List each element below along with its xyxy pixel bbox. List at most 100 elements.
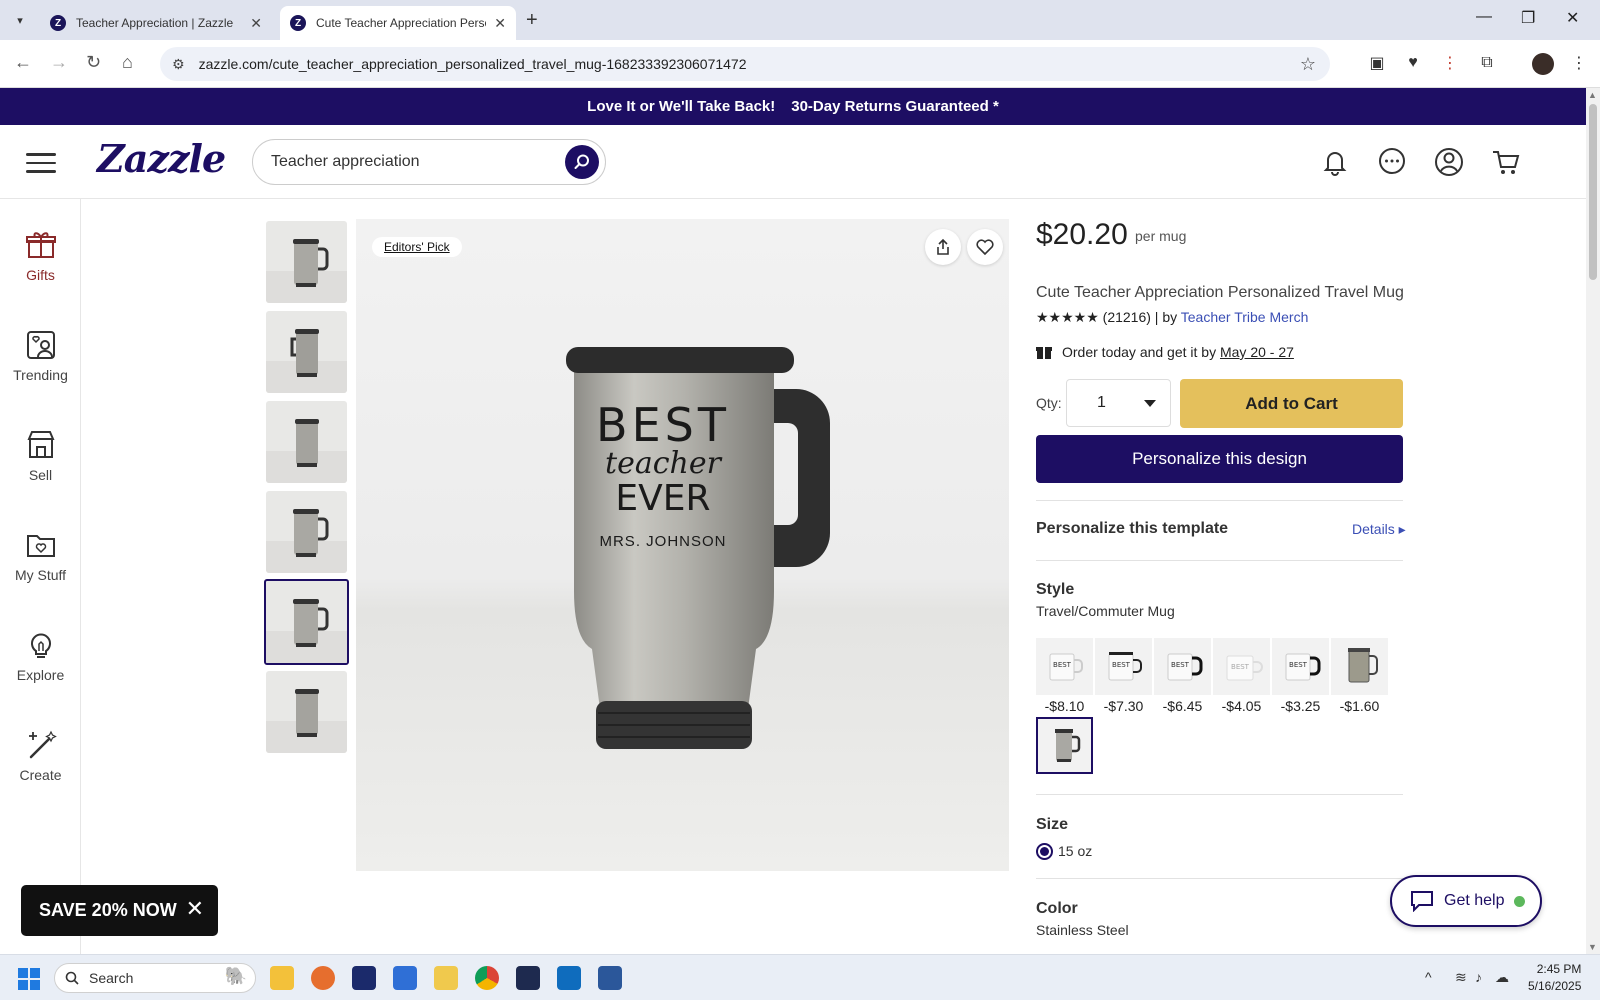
browser-tab-1[interactable]: Z Teacher Appreciation | Zazzle ✕ [40, 6, 272, 40]
product-thumbnail[interactable] [266, 221, 347, 303]
tab-search-dropdown-icon[interactable]: ▾ [8, 8, 32, 32]
svg-text:BEST: BEST [1171, 661, 1190, 669]
file-explorer-icon[interactable] [270, 966, 294, 990]
get-help-button[interactable]: Get help [1390, 875, 1542, 927]
rating-stars-icon[interactable]: ★★★★★ [1036, 309, 1099, 325]
personalize-template-heading[interactable]: Personalize this template [1036, 520, 1228, 538]
volume-icon[interactable]: ♪ [1475, 969, 1482, 985]
new-tab-icon[interactable]: + [526, 9, 538, 32]
mug-thumbnail-image [266, 509, 347, 573]
quantity-select[interactable]: 1 [1066, 379, 1171, 427]
zazzle-logo[interactable]: Zazzle [97, 136, 226, 181]
product-title: Cute Teacher Appreciation Personalized T… [1036, 284, 1404, 301]
product-thumbnail[interactable] [266, 671, 347, 753]
scrollbar-thumb[interactable] [1589, 104, 1597, 280]
product-thumbnail-selected[interactable] [264, 579, 349, 665]
taskbar-clock[interactable]: 2:45 PM 5/16/2025 [1528, 961, 1581, 995]
style-swatch-classic-mug[interactable]: BEST [1036, 638, 1093, 695]
app-icon[interactable] [516, 966, 540, 990]
style-swatch-latte[interactable]: BEST [1213, 638, 1270, 695]
seller-link[interactable]: Teacher Tribe Merch [1181, 309, 1309, 325]
taskbar-search-placeholder: Search [89, 970, 134, 986]
size-radio-15oz[interactable] [1036, 843, 1053, 860]
favorite-button[interactable] [967, 229, 1003, 265]
close-window-icon[interactable]: ✕ [1566, 8, 1579, 28]
online-status-dot [1514, 895, 1526, 907]
style-swatch-travel-mug-selected[interactable] [1036, 717, 1093, 774]
share-button[interactable] [925, 229, 961, 265]
leftnav-item-my-stuff[interactable]: My Stuff [0, 529, 81, 583]
firefox-icon[interactable] [311, 966, 335, 990]
leftnav-item-trending[interactable]: Trending [0, 329, 81, 383]
leftnav-label: Trending [13, 367, 68, 383]
main-product-image[interactable]: Editors' Pick BEST teacher EVER MRS. JOH… [356, 219, 1009, 871]
leftnav-item-sell[interactable]: Sell [0, 429, 81, 483]
browser-menu-icon[interactable]: ⋮ [1569, 53, 1589, 73]
leftnav-item-explore[interactable]: Explore [0, 629, 81, 683]
divider [1036, 794, 1403, 795]
size-option-label[interactable]: 15 oz [1058, 843, 1092, 859]
reload-icon[interactable]: ↻ [86, 52, 101, 73]
scroll-up-icon[interactable]: ▲ [1588, 90, 1597, 100]
media-app-icon[interactable] [434, 966, 458, 990]
search-input[interactable]: Teacher appreciation [252, 139, 606, 185]
taskbar-search[interactable]: Search 🐘 [54, 963, 256, 993]
home-icon[interactable]: ⌂ [122, 52, 133, 73]
chrome-icon[interactable] [475, 966, 499, 990]
outlook-icon[interactable] [557, 966, 581, 990]
close-tab-icon[interactable]: ✕ [494, 15, 506, 32]
url-field[interactable]: ⚙ zazzle.com/cute_teacher_appreciation_p… [160, 47, 1330, 81]
onedrive-icon[interactable]: ☁ [1495, 969, 1509, 986]
security-shield-icon[interactable] [393, 966, 417, 990]
cart-icon[interactable] [1489, 145, 1523, 179]
mug-thumbnail-image [266, 329, 347, 393]
minimize-icon[interactable]: — [1476, 8, 1492, 26]
leftnav-item-create[interactable]: Create [0, 729, 81, 783]
editors-pick-badge[interactable]: Editors' Pick [372, 237, 462, 257]
image-extension-icon[interactable]: ▣ [1367, 53, 1387, 73]
notification-bell-icon[interactable] [1318, 145, 1352, 179]
tray-chevron-icon[interactable]: ^ [1425, 969, 1432, 985]
word-icon[interactable] [598, 966, 622, 990]
teamviewer-icon[interactable] [352, 966, 376, 990]
style-swatch-black-handle[interactable]: BEST [1095, 638, 1152, 695]
restore-icon[interactable]: ❐ [1521, 8, 1535, 28]
windows-start-icon[interactable] [18, 968, 40, 990]
page-scrollbar[interactable]: ▲ ▼ [1586, 88, 1600, 954]
close-tab-icon[interactable]: ✕ [250, 15, 262, 32]
scroll-down-icon[interactable]: ▼ [1588, 942, 1597, 952]
product-thumbnail[interactable] [266, 491, 347, 573]
review-count[interactable]: (21216) | by [1103, 309, 1177, 325]
url-text: zazzle.com/cute_teacher_appreciation_per… [198, 56, 747, 72]
save-20-banner[interactable]: SAVE 20% NOW ✕ [21, 885, 218, 936]
profile-avatar[interactable] [1532, 53, 1554, 75]
search-button[interactable] [565, 145, 599, 179]
browser-tab-2[interactable]: Z Cute Teacher Appreciation Personal ✕ [280, 6, 516, 40]
chat-messages-icon[interactable] [1375, 145, 1409, 179]
forward-icon[interactable]: → [50, 52, 68, 73]
site-info-icon[interactable]: ⚙ [172, 56, 185, 73]
details-link[interactable]: Details ▸ [1352, 521, 1406, 538]
menu-hamburger-icon[interactable] [26, 153, 56, 179]
delivery-date-link[interactable]: May 20 - 27 [1220, 344, 1294, 360]
style-swatch-stein[interactable] [1331, 638, 1388, 695]
heart-icon [976, 239, 994, 256]
bookmark-star-icon[interactable]: ☆ [1300, 54, 1316, 75]
windows-taskbar: Search 🐘 ^ ≋ ♪ ☁ 2:45 PM 5/16/2025 [0, 954, 1600, 1000]
product-thumbnail[interactable] [266, 401, 347, 483]
extensions-puzzle-icon[interactable]: ⧉ [1477, 53, 1497, 73]
product-thumbnail[interactable] [266, 311, 347, 393]
heart-extension-icon[interactable]: ♥ [1403, 53, 1423, 73]
personalize-design-button[interactable]: Personalize this design [1036, 435, 1403, 483]
clock-time: 2:45 PM [1536, 962, 1582, 976]
promo-banner[interactable]: Love It or We'll Take Back! 30-Day Retur… [0, 88, 1586, 125]
leftnav-item-gifts[interactable]: Gifts [0, 229, 81, 283]
add-to-cart-button[interactable]: Add to Cart [1180, 379, 1403, 428]
wifi-icon[interactable]: ≋ [1455, 969, 1467, 986]
style-swatch-accent[interactable]: BEST [1272, 638, 1329, 695]
style-swatch-two-tone[interactable]: BEST [1154, 638, 1211, 695]
back-icon[interactable]: ← [14, 52, 32, 73]
account-user-icon[interactable] [1432, 145, 1466, 179]
close-icon[interactable]: ✕ [186, 896, 204, 922]
extension-dots-icon[interactable]: ⋮ [1440, 53, 1460, 73]
